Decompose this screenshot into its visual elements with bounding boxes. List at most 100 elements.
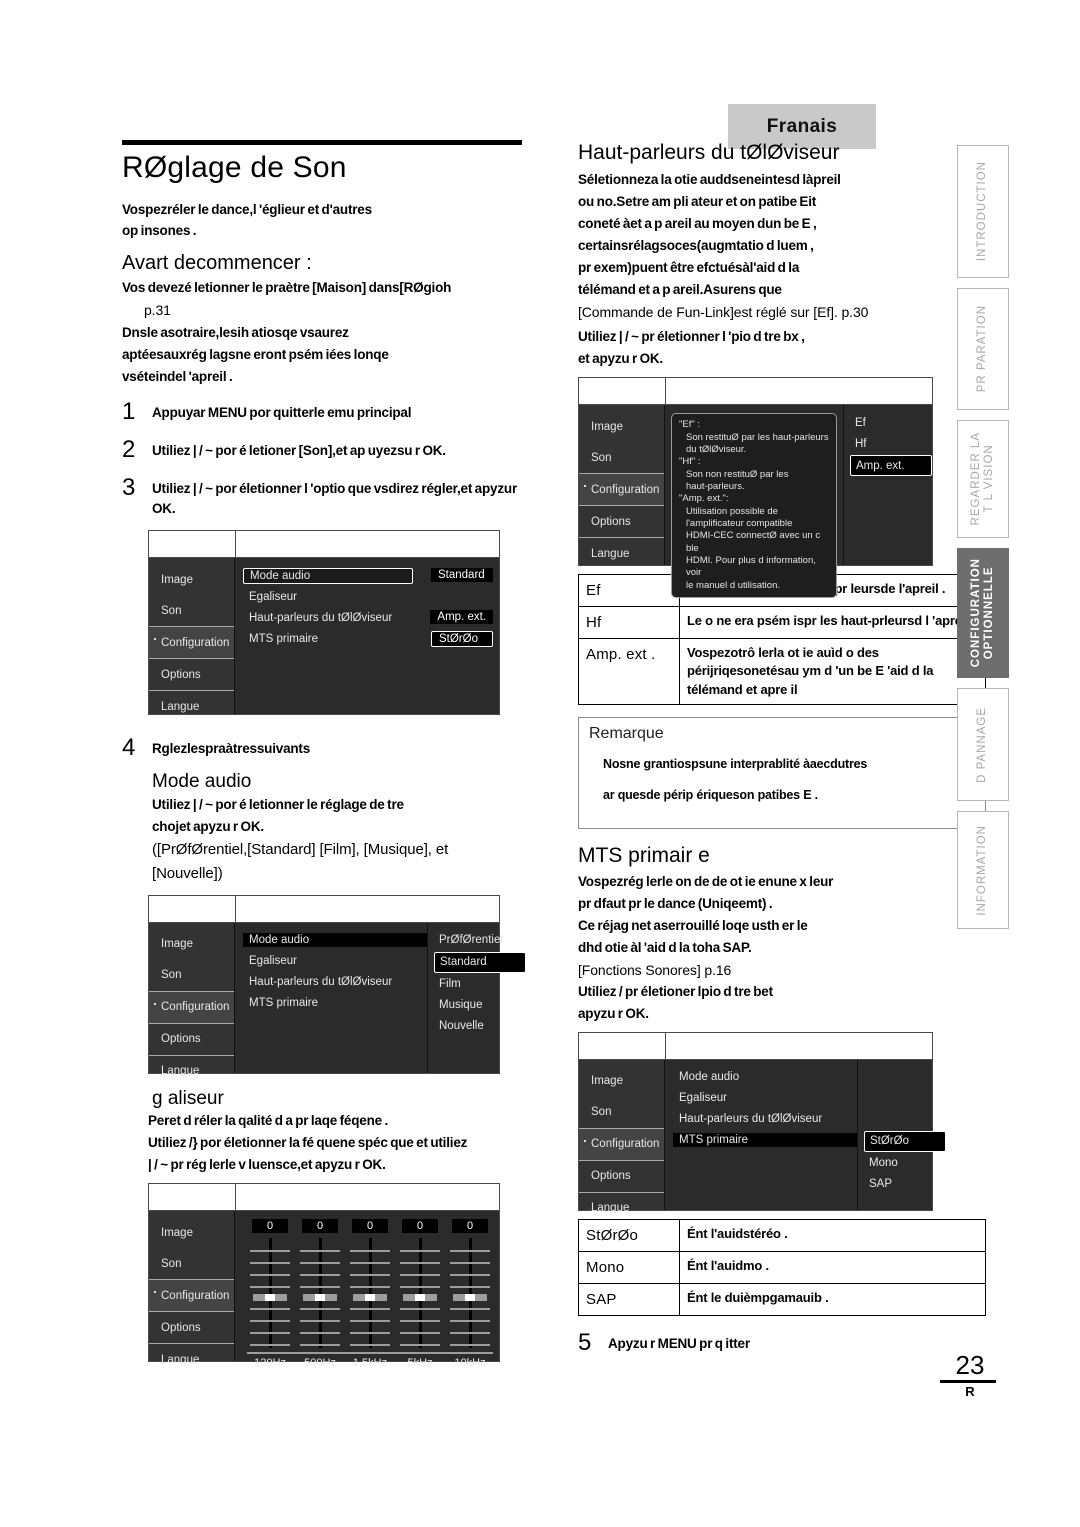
equalizer-slider[interactable]: [450, 1238, 490, 1349]
tv-row-mts-primaire[interactable]: MTS primaire: [673, 1131, 857, 1150]
equalizer-knob[interactable]: [253, 1294, 287, 1302]
tv-nav-item-options[interactable]: Options: [149, 1311, 234, 1343]
tv-nav-item-image[interactable]: Image: [579, 1066, 664, 1097]
tv-nav-label: Image: [591, 420, 623, 433]
tv-option-film[interactable]: Film: [434, 975, 526, 994]
tv-nav-item-son[interactable]: Son: [149, 595, 234, 626]
tv-nav-item-options[interactable]: Options: [149, 1022, 234, 1055]
equalizer-bands: 0 0 0 0 0: [235, 1211, 505, 1352]
equalizer-knob[interactable]: [403, 1294, 437, 1302]
tv-nav-item-options[interactable]: Options: [579, 1159, 664, 1192]
hp-line-5: pr exem)puent être efctuésàl'aid d la: [578, 260, 800, 276]
tv-nav-label: Image: [591, 1075, 623, 1088]
tv-help-box: "Ef" : Son restituØ par les haut-parleur…: [671, 413, 837, 599]
tv-menu-son-overview: Image Son Configuration Options Langue M…: [148, 530, 500, 716]
tv-option-preferentiel[interactable]: PrØfØrentiel: [434, 931, 526, 950]
tv-menu-mts-primaire: Image Son Configuration Options Langue M…: [578, 1031, 946, 1214]
egaliseur-line-2: Utiliez /} por életionner la fé quene sp…: [148, 1135, 468, 1151]
tv-nav-item-langue[interactable]: Langue: [149, 1343, 234, 1375]
tv-row-egaliseur[interactable]: Egaliseur: [673, 1089, 857, 1108]
equalizer-band[interactable]: 0: [295, 1219, 345, 1349]
equalizer-band[interactable]: 0: [395, 1219, 445, 1349]
step-1-text: Appuyar MENU por quitterle emu principal: [152, 404, 412, 420]
tv-nav-item-son[interactable]: Son: [149, 1248, 234, 1279]
equalizer-slider[interactable]: [400, 1238, 440, 1349]
tv-menu-titlebar: [579, 378, 932, 406]
tv-nav-item-configuration[interactable]: Configuration: [149, 1279, 234, 1312]
tv-option-musique[interactable]: Musique: [434, 996, 526, 1015]
tv-nav-item-langue[interactable]: Langue: [579, 537, 664, 569]
tv-nav-item-configuration[interactable]: Configuration: [579, 1127, 664, 1160]
tv-row-mts-primaire[interactable]: MTS primaire: [243, 994, 427, 1013]
equalizer-band[interactable]: 0: [445, 1219, 495, 1349]
equalizer-band[interactable]: 0: [345, 1219, 395, 1349]
equalizer-band[interactable]: 0: [245, 1219, 295, 1349]
remarque-line-1: Nosne grantiospsune interprablité àaecdu…: [603, 757, 868, 772]
tv-row-haut-parleurs[interactable]: Haut-parleurs du tØlØviseur Amp. ext.: [243, 608, 499, 627]
mode-audio-line-4: [Nouvelle]): [152, 864, 223, 882]
tv-nav-label: Son: [591, 1106, 612, 1119]
tv-row-egaliseur[interactable]: Egaliseur: [243, 587, 499, 606]
tv-option-sap[interactable]: SAP: [864, 1175, 946, 1194]
help-line: "Amp. ext.":: [679, 493, 729, 505]
tv-nav-item-langue[interactable]: Langue: [579, 1191, 664, 1224]
side-tab-introduction[interactable]: INTRODUCTION: [957, 145, 1009, 278]
side-tab-configuration-optionnelle[interactable]: CONFIGURATION OPTIONNELLE: [957, 548, 1009, 678]
side-tab-label: INFORMATION: [976, 824, 989, 916]
side-tab-preparation[interactable]: PR PARATION: [957, 288, 1009, 410]
tv-nav-item-configuration[interactable]: Configuration: [149, 990, 234, 1023]
help-line: le manuel d utilisation.: [686, 579, 780, 591]
side-tab-information[interactable]: INFORMATION: [957, 811, 1009, 929]
tv-row-label: Mode audio: [243, 567, 413, 584]
tv-nav-item-image[interactable]: Image: [149, 564, 234, 595]
tv-nav-item-son[interactable]: Son: [579, 442, 664, 473]
page-side-marker: R: [965, 1384, 975, 1399]
tv-nav-item-image[interactable]: Image: [149, 1217, 234, 1248]
tv-menu-equalizer: Image Son Configuration Options Langue 0: [148, 1183, 500, 1369]
equalizer-knob[interactable]: [303, 1294, 337, 1302]
tv-option-nouvelle[interactable]: Nouvelle: [434, 1017, 526, 1036]
tv-nav-item-image[interactable]: Image: [579, 411, 664, 442]
tv-nav-label: Son: [161, 604, 182, 617]
equalizer-band-label: 10kHz: [454, 1357, 486, 1370]
tv-nav-item-image[interactable]: Image: [149, 929, 234, 960]
tv-nav-item-options[interactable]: Options: [149, 658, 234, 690]
tv-nav-label: Son: [591, 451, 612, 464]
table-row: StØrØo Ént l'auidstéréo .: [578, 1218, 986, 1252]
tv-row-label: Egaliseur: [249, 590, 297, 603]
tv-nav-item-configuration[interactable]: Configuration: [579, 473, 664, 506]
tv-nav-label: Options: [591, 1170, 631, 1183]
table-row: Amp. ext . Vospezotrô lerla ot ie auìd o…: [578, 638, 986, 705]
tv-row-label: Egaliseur: [249, 955, 297, 968]
tv-option-mono[interactable]: Mono: [864, 1154, 946, 1173]
tv-nav-item-configuration[interactable]: Configuration: [149, 626, 234, 659]
tv-nav-item-langue[interactable]: Langue: [149, 690, 234, 722]
tv-nav-item-son[interactable]: Son: [149, 960, 234, 991]
equalizer-slider[interactable]: [300, 1238, 340, 1349]
tv-option-ef[interactable]: Ef: [850, 413, 932, 432]
tv-option-stereo[interactable]: StØrØo: [864, 1130, 946, 1152]
tv-option-amp-ext[interactable]: Amp. ext.: [850, 455, 932, 477]
tv-row-haut-parleurs[interactable]: Haut-parleurs du tØlØviseur: [673, 1110, 857, 1129]
tv-option-standard[interactable]: Standard: [434, 951, 526, 973]
tv-row-mode-audio[interactable]: Mode audio: [673, 1068, 857, 1087]
tv-nav-item-options[interactable]: Options: [579, 505, 664, 537]
equalizer-band-label: 5kHz: [407, 1357, 433, 1370]
side-tab-depannage[interactable]: D PANNAGE: [957, 688, 1009, 801]
hp-funlink-ref: [Commande de Fun-Link]est réglé sur [Ef]…: [578, 304, 869, 320]
side-tab-regarder-la-television[interactable]: REGARDER LA T L VISION: [957, 420, 1009, 538]
tv-row-mts-primaire[interactable]: MTS primaire StØrØo: [243, 629, 499, 648]
tv-row-haut-parleurs[interactable]: Haut-parleurs du tØlØviseur: [243, 973, 427, 992]
equalizer-knob[interactable]: [353, 1294, 387, 1302]
tv-row-mode-audio[interactable]: Mode audio: [243, 931, 427, 950]
equalizer-knob[interactable]: [453, 1294, 487, 1302]
equalizer-value: 0: [452, 1219, 488, 1234]
tv-option-hf[interactable]: Hf: [850, 434, 932, 453]
tv-nav-item-son[interactable]: Son: [579, 1097, 664, 1128]
tv-nav-label: Langue: [161, 1353, 200, 1366]
tv-row-mode-audio[interactable]: Mode audio Standard: [243, 566, 499, 585]
tv-nav-item-langue[interactable]: Langue: [149, 1054, 234, 1087]
equalizer-slider[interactable]: [250, 1238, 290, 1349]
tv-row-egaliseur[interactable]: Egaliseur: [243, 952, 427, 971]
equalizer-slider[interactable]: [350, 1238, 390, 1349]
